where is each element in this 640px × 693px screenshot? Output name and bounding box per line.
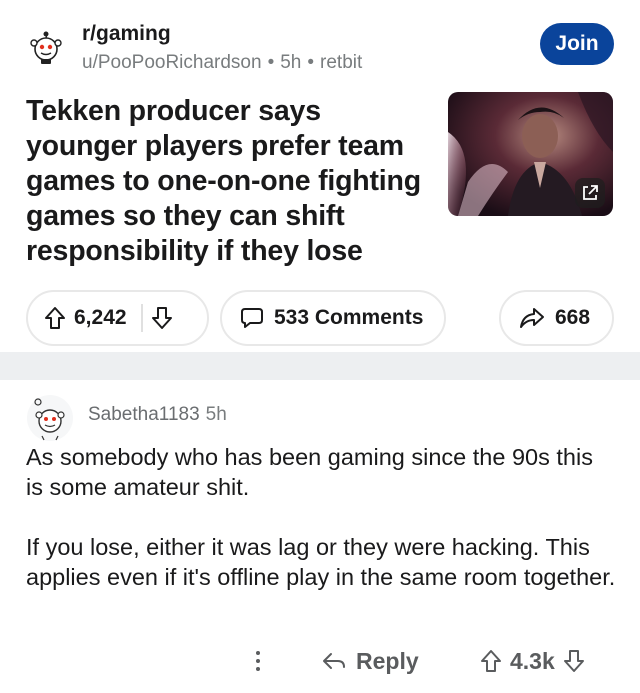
user-avatar-icon[interactable] [26, 394, 74, 442]
comment-paragraph: If you lose, either it was lag or they w… [26, 534, 616, 590]
speech-bubble-icon [241, 308, 263, 328]
comments-count: 533 Comments [274, 306, 424, 329]
post-header: r/gaming u/PooPooRichardson • 5h • retbit Jo… [26, 20, 614, 76]
post-card: r/gaming u/PooPooRichardson • 5h • retbit Jo… [0, 0, 640, 352]
meta-dot: • [267, 52, 275, 73]
share-button[interactable]: 668 [499, 290, 614, 346]
reddit-snoo-icon[interactable] [26, 26, 66, 66]
vote-divider [140, 304, 143, 332]
reply-button[interactable]: Reply [322, 644, 419, 678]
comment-author[interactable]: Sabetha1183 [88, 404, 200, 425]
vote-control: 6,242 [26, 290, 209, 346]
reply-arrow-icon [323, 653, 345, 669]
arrow-down-icon[interactable] [563, 649, 585, 673]
arrow-up-icon[interactable] [44, 306, 66, 330]
comment-body: As somebody who has been gaming since th… [26, 442, 616, 622]
comment-paragraph: As somebody who has been gaming since th… [26, 444, 593, 500]
comment-meta: Sabetha1183 5h [88, 404, 227, 426]
post-meta: u/PooPooRichardson • 5h • retbit [82, 52, 362, 74]
post-flair: retbit [320, 52, 363, 73]
upvote-count: 6,242 [74, 306, 127, 329]
vertical-ellipsis-icon[interactable] [248, 646, 268, 676]
meta-dot: • [307, 52, 315, 73]
external-link-icon [575, 178, 605, 208]
post-author[interactable]: u/PooPooRichardson [82, 52, 262, 73]
arrow-down-icon[interactable] [151, 306, 173, 330]
post-age: 5h [280, 52, 302, 73]
section-divider [0, 352, 640, 380]
comment-age: 5h [205, 404, 227, 425]
join-button[interactable]: Join [540, 23, 614, 65]
post-title[interactable]: Tekken producer says younger players pre… [26, 94, 436, 269]
comment-card: Sabetha1183 5h As somebody who has been g… [0, 380, 640, 693]
comment-vote-control: 4.3k [480, 644, 585, 678]
subreddit-name[interactable]: r/gaming [82, 22, 171, 46]
reply-label: Reply [356, 647, 419, 674]
post-thumbnail[interactable] [448, 92, 613, 216]
comments-button[interactable]: 533 Comments [220, 290, 446, 346]
share-count: 668 [555, 306, 591, 329]
arrow-up-icon[interactable] [480, 649, 502, 673]
post-actions: 6,242 533 Comments 668 [0, 290, 640, 346]
comment-score: 4.3k [510, 647, 555, 674]
comment-actions: Reply 4.3k [0, 638, 640, 684]
share-arrow-icon [520, 308, 544, 328]
